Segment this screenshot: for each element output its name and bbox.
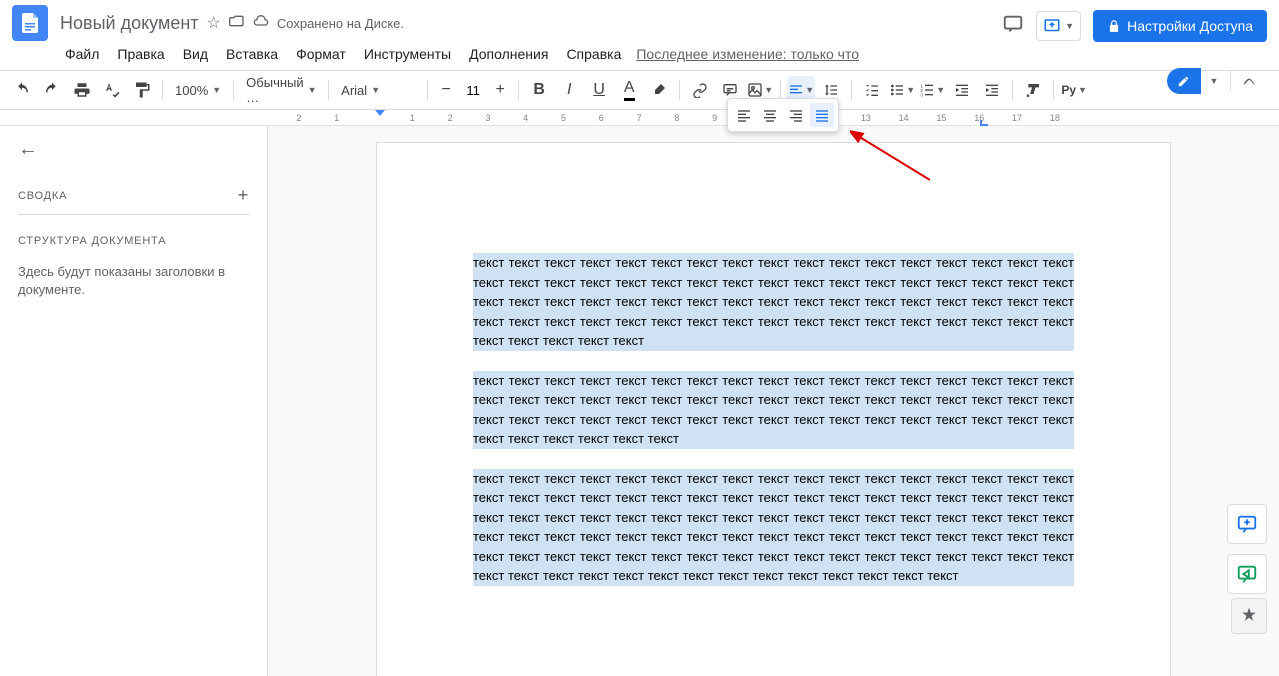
link-icon[interactable] bbox=[686, 76, 714, 104]
font-size-input[interactable] bbox=[457, 83, 489, 98]
present-button[interactable]: ▼ bbox=[1036, 11, 1081, 41]
text-color-icon[interactable]: A bbox=[615, 76, 643, 104]
align-popup bbox=[727, 98, 839, 132]
add-summary-icon[interactable]: + bbox=[238, 185, 249, 206]
clear-format-icon[interactable] bbox=[1019, 76, 1047, 104]
menu-addons[interactable]: Дополнения bbox=[462, 42, 555, 66]
paragraph[interactable]: текст текст текст текст текст текст текс… bbox=[473, 371, 1074, 449]
menu-help[interactable]: Справка bbox=[559, 42, 628, 66]
print-icon[interactable] bbox=[68, 76, 96, 104]
checklist-icon[interactable] bbox=[858, 76, 886, 104]
font-decrease[interactable]: − bbox=[435, 76, 457, 104]
outline-heading: СТРУКТУРА ДОКУМЕНТА bbox=[18, 227, 249, 255]
menu-tools[interactable]: Инструменты bbox=[357, 42, 458, 66]
menu-file[interactable]: Файл bbox=[58, 42, 106, 66]
comment-history-icon[interactable] bbox=[1002, 13, 1024, 40]
collapse-icon[interactable]: ᨈ bbox=[1243, 72, 1257, 90]
docs-logo[interactable] bbox=[12, 5, 48, 41]
last-change[interactable]: Последнее изменение: только что bbox=[636, 46, 859, 62]
menu-view[interactable]: Вид bbox=[176, 42, 215, 66]
align-center-option[interactable] bbox=[758, 103, 782, 127]
indent-increase-icon[interactable] bbox=[978, 76, 1006, 104]
explore-button[interactable] bbox=[1231, 598, 1267, 634]
style-select[interactable]: Обычный …▼ bbox=[240, 71, 322, 109]
doc-title[interactable]: Новый документ bbox=[60, 13, 199, 34]
indent-marker-icon[interactable] bbox=[375, 110, 385, 116]
suggest-edit-fab[interactable] bbox=[1227, 554, 1267, 594]
spellcheck-icon[interactable] bbox=[98, 76, 126, 104]
chevron-down-icon: ▼ bbox=[1065, 21, 1074, 31]
italic-icon[interactable]: I bbox=[555, 76, 583, 104]
add-comment-fab[interactable] bbox=[1227, 504, 1267, 544]
cloud-icon[interactable] bbox=[253, 13, 269, 34]
menu-edit[interactable]: Правка bbox=[110, 42, 171, 66]
underline-icon[interactable]: U bbox=[585, 76, 613, 104]
menu-format[interactable]: Формат bbox=[289, 42, 353, 66]
font-select[interactable]: Arial▼ bbox=[335, 79, 421, 102]
highlight-icon[interactable] bbox=[645, 76, 673, 104]
align-justify-option[interactable] bbox=[810, 103, 834, 127]
indent-decrease-icon[interactable] bbox=[948, 76, 976, 104]
redo-icon[interactable] bbox=[38, 76, 66, 104]
align-right-option[interactable] bbox=[784, 103, 808, 127]
number-list-icon[interactable]: 123▼ bbox=[918, 76, 946, 104]
outline-empty-text: Здесь будут показаны заголовки в докумен… bbox=[18, 263, 249, 299]
edit-mode-button[interactable] bbox=[1167, 68, 1201, 94]
bullet-list-icon[interactable]: ▼ bbox=[888, 76, 916, 104]
summary-heading: СВОДКА bbox=[18, 190, 67, 202]
chevron-down-icon[interactable]: ▼ bbox=[1209, 76, 1218, 86]
align-left-option[interactable] bbox=[732, 103, 756, 127]
share-label: Настройки Доступа bbox=[1127, 18, 1253, 34]
move-icon[interactable] bbox=[229, 13, 245, 34]
star-icon[interactable]: ☆ bbox=[207, 13, 221, 33]
document-page[interactable]: текст текст текст текст текст текст текс… bbox=[376, 142, 1171, 676]
menu-insert[interactable]: Вставка bbox=[219, 42, 285, 66]
input-tools-icon[interactable]: Ру▼ bbox=[1060, 76, 1088, 104]
paragraph[interactable]: текст текст текст текст текст текст текс… bbox=[473, 253, 1074, 351]
undo-icon[interactable] bbox=[8, 76, 36, 104]
share-button[interactable]: Настройки Доступа bbox=[1093, 10, 1267, 42]
ruler[interactable]: 21123456789101112131415161718 bbox=[0, 110, 1279, 126]
save-status: Сохранено на Диске. bbox=[277, 16, 404, 31]
paragraph[interactable]: текст текст текст текст текст текст текс… bbox=[473, 469, 1074, 586]
bold-icon[interactable]: B bbox=[525, 76, 553, 104]
font-increase[interactable]: + bbox=[489, 76, 511, 104]
zoom-select[interactable]: 100%▼ bbox=[169, 79, 227, 102]
sidebar-back-icon[interactable]: ← bbox=[18, 138, 249, 161]
paint-format-icon[interactable] bbox=[128, 76, 156, 104]
svg-text:3: 3 bbox=[921, 93, 924, 98]
